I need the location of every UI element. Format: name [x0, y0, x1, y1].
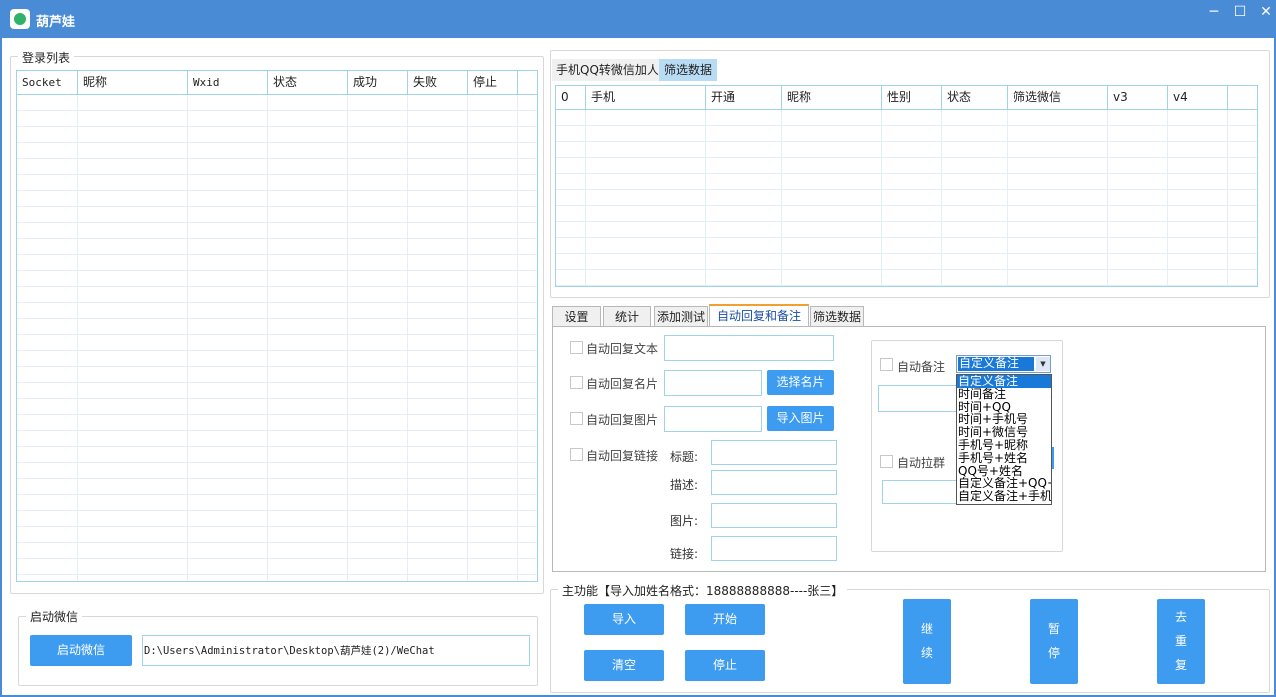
dedupe-button[interactable]: 去 重 复	[1157, 599, 1205, 684]
dropdown-option[interactable]: 时间+微信号	[957, 426, 1051, 439]
tab-filter-data[interactable]: 筛选数据	[810, 306, 864, 328]
dropdown-option[interactable]: QQ号+姓名	[957, 465, 1051, 478]
close-button[interactable]: ✕	[1250, 0, 1276, 26]
auto-reply-image-input[interactable]	[664, 406, 762, 432]
note-type-options: 自定义备注 时间备注 时间+QQ 时间+手机号 时间+微信号 手机号+昵称 手机…	[956, 374, 1052, 505]
column-header[interactable]: 成功	[348, 71, 408, 94]
tab-settings[interactable]: 设置	[552, 306, 601, 328]
column-header[interactable]: 昵称	[78, 71, 188, 94]
link-image-label: 图片:	[670, 514, 699, 528]
column-header[interactable]: v3	[1108, 86, 1168, 109]
column-header[interactable]: 0	[556, 86, 586, 109]
auto-note-input[interactable]	[878, 385, 958, 412]
column-header[interactable]: 开通	[706, 86, 782, 109]
link-desc-label: 描述:	[670, 478, 699, 492]
link-title-input[interactable]	[711, 440, 837, 465]
tab-qq-to-wechat[interactable]: 手机QQ转微信加人	[552, 59, 663, 81]
select-card-button[interactable]: 选择名片	[767, 370, 834, 395]
auto-note-label: 自动备注	[897, 360, 946, 374]
auto-reply-card-label: 自动回复名片	[586, 377, 659, 391]
auto-note-checkbox[interactable]	[880, 358, 893, 371]
wechat-path-field[interactable]: D:\Users\Administrator\Desktop\葫芦娃(2)/We…	[142, 635, 530, 666]
link-image-input[interactable]	[711, 503, 837, 528]
auto-reply-link-checkbox[interactable]	[570, 448, 583, 461]
sub-tab-bar: 设置 统计 添加测试 自动回复和备注 筛选数据	[550, 304, 1270, 328]
tab-auto-reply-note[interactable]: 自动回复和备注	[709, 304, 809, 328]
app-logo-icon	[10, 9, 30, 29]
auto-reply-card-checkbox[interactable]	[570, 376, 583, 389]
login-list-header: Socket 昵称 Wxid 状态 成功 失败 停止	[17, 71, 537, 95]
phone-data-header: 0 手机 开通 昵称 性别 状态 筛选微信 v3 v4	[556, 86, 1257, 110]
auto-reply-link-label: 自动回复链接	[586, 449, 659, 463]
note-type-selected: 自定义备注	[958, 357, 1034, 371]
dropdown-option[interactable]: 手机号+姓名	[957, 452, 1051, 465]
start-button[interactable]: 开始	[685, 604, 765, 635]
start-wechat-button[interactable]: 启动微信	[30, 635, 132, 666]
import-button[interactable]: 导入	[584, 604, 664, 635]
column-header[interactable]: 手机	[586, 86, 706, 109]
dropdown-option[interactable]: 自定义备注	[957, 375, 1051, 388]
dropdown-option[interactable]: 自定义备注+QQ+F	[957, 477, 1051, 490]
column-header[interactable]: v4	[1168, 86, 1228, 109]
phone-data-grid[interactable]: 0 手机 开通 昵称 性别 状态 筛选微信 v3 v4	[555, 85, 1258, 287]
login-list-title: 登录列表	[18, 49, 75, 66]
auto-reply-card-input[interactable]	[664, 370, 762, 396]
clear-button[interactable]: 清空	[584, 650, 664, 681]
column-header[interactable]: 昵称	[782, 86, 882, 109]
pause-button[interactable]: 暂 停	[1030, 599, 1078, 684]
continue-button[interactable]: 继 续	[903, 599, 951, 684]
title-bar	[0, 0, 1276, 38]
window-title: 葫芦娃	[36, 15, 76, 30]
login-list-rows	[17, 95, 537, 581]
auto-reply-text-checkbox[interactable]	[570, 341, 583, 354]
dropdown-option[interactable]: 时间+QQ	[957, 401, 1051, 414]
column-header[interactable]: 性别	[882, 86, 942, 109]
column-header[interactable]: 状态	[942, 86, 1008, 109]
dropdown-option[interactable]: 手机号+昵称	[957, 439, 1051, 452]
stop-button[interactable]: 停止	[685, 650, 765, 681]
auto-group-label: 自动拉群	[897, 456, 946, 470]
start-wechat-title: 启动微信	[26, 608, 83, 625]
note-type-select[interactable]: 自定义备注 ▼	[956, 355, 1051, 373]
column-header[interactable]: 筛选微信	[1008, 86, 1108, 109]
tab-filter-data-top[interactable]: 筛选数据	[659, 59, 718, 81]
auto-reply-text-input[interactable]	[664, 335, 834, 361]
column-header[interactable]: Wxid	[188, 71, 268, 94]
auto-group-input[interactable]	[882, 480, 960, 504]
tab-add-test[interactable]: 添加测试	[654, 306, 708, 328]
login-list-grid[interactable]: Socket 昵称 Wxid 状态 成功 失败 停止	[16, 70, 538, 582]
phone-data-rows	[556, 110, 1257, 286]
import-image-button[interactable]: 导入图片	[767, 406, 834, 431]
dropdown-option[interactable]: 时间+手机号	[957, 413, 1051, 426]
auto-reply-text-label: 自动回复文本	[586, 342, 659, 356]
auto-reply-image-checkbox[interactable]	[570, 412, 583, 425]
dropdown-option[interactable]: 时间备注	[957, 388, 1051, 401]
dropdown-option[interactable]: 自定义备注+手机	[957, 490, 1051, 503]
column-header[interactable]: 停止	[468, 71, 518, 94]
auto-reply-image-label: 自动回复图片	[586, 413, 659, 427]
link-title-label: 标题:	[670, 450, 699, 464]
link-desc-input[interactable]	[711, 470, 837, 495]
auto-group-checkbox[interactable]	[880, 455, 893, 468]
link-url-label: 链接:	[670, 547, 699, 561]
link-url-input[interactable]	[711, 536, 837, 561]
main-function-title: 主功能【导入加姓名格式：18888888888----张三】	[558, 582, 848, 599]
tab-statistics[interactable]: 统计	[603, 306, 651, 328]
column-header[interactable]: Socket	[17, 71, 78, 94]
chevron-down-icon[interactable]: ▼	[1036, 357, 1050, 371]
column-header[interactable]: 失败	[408, 71, 468, 94]
column-header[interactable]: 状态	[268, 71, 348, 94]
